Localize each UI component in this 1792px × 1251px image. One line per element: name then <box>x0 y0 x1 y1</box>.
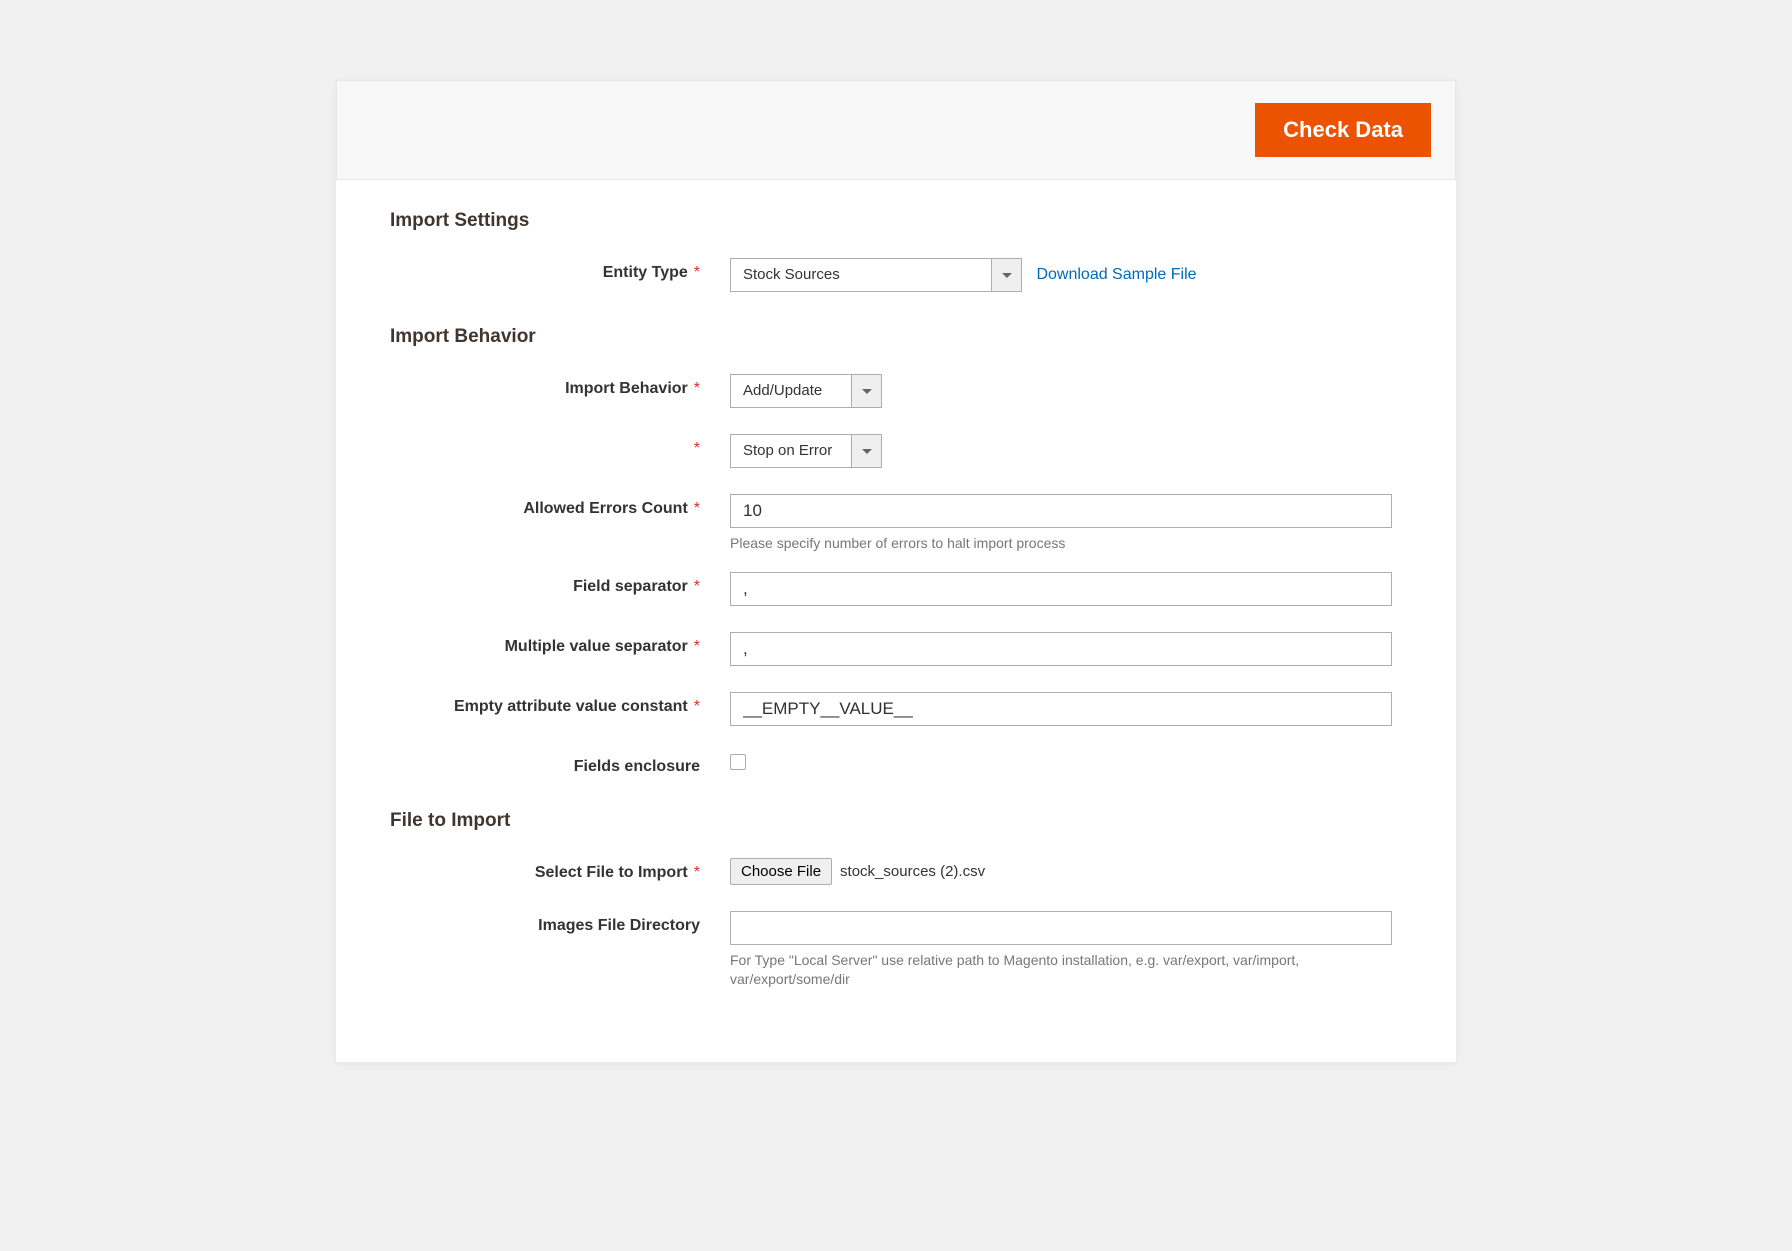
download-sample-file-link[interactable]: Download Sample File <box>1036 266 1196 283</box>
label-empty-attribute-constant: Empty attribute value constant * <box>390 692 730 716</box>
required-asterisk: * <box>694 380 700 397</box>
images-file-directory-input[interactable] <box>730 911 1392 945</box>
chevron-down-icon[interactable] <box>851 375 881 407</box>
required-asterisk: * <box>694 500 700 517</box>
section-title-file-to-import: File to Import <box>390 810 1402 832</box>
selected-file-name: stock_sources (2).csv <box>840 863 985 880</box>
toolbar: Check Data <box>336 80 1456 180</box>
fields-enclosure-checkbox[interactable] <box>730 754 746 770</box>
label-multiple-value-separator: Multiple value separator * <box>390 632 730 656</box>
label-text: Select File to Import <box>535 864 688 881</box>
choose-file-button[interactable]: Choose File <box>730 858 832 885</box>
required-asterisk: * <box>694 578 700 595</box>
label-fields-enclosure: Fields enclosure <box>390 752 730 776</box>
field-separator-input[interactable] <box>730 572 1392 606</box>
label-text: Fields enclosure <box>574 758 700 775</box>
label-field-separator: Field separator * <box>390 572 730 596</box>
required-asterisk: * <box>694 440 700 457</box>
validation-strategy-value: Stop on Error <box>731 435 851 467</box>
import-behavior-value: Add/Update <box>731 375 851 407</box>
entity-type-select[interactable]: Stock Sources <box>730 258 1022 292</box>
import-form-card: Check Data Import Settings Entity Type* … <box>336 80 1456 1062</box>
label-text: Empty attribute value constant <box>454 698 688 715</box>
images-dir-hint: For Type "Local Server" use relative pat… <box>730 951 1370 990</box>
check-data-button[interactable]: Check Data <box>1255 103 1431 157</box>
label-text: Import Behavior <box>565 380 688 397</box>
chevron-down-icon[interactable] <box>991 259 1021 291</box>
label-text: Multiple value separator <box>505 638 688 655</box>
allowed-errors-hint: Please specify number of errors to halt … <box>730 534 1370 554</box>
empty-attribute-constant-input[interactable] <box>730 692 1392 726</box>
chevron-down-icon[interactable] <box>851 435 881 467</box>
import-behavior-select[interactable]: Add/Update <box>730 374 882 408</box>
label-text: Field separator <box>573 578 688 595</box>
label-validation-strategy: * <box>390 434 730 458</box>
required-asterisk: * <box>694 638 700 655</box>
label-import-behavior: Import Behavior * <box>390 374 730 398</box>
required-asterisk: * <box>694 264 700 281</box>
required-asterisk: * <box>694 864 700 881</box>
label-images-file-directory: Images File Directory <box>390 911 730 935</box>
label-entity-type: Entity Type * <box>390 258 730 282</box>
validation-strategy-select[interactable]: Stop on Error <box>730 434 882 468</box>
label-text: Allowed Errors Count <box>523 500 687 517</box>
label-select-file: Select File to Import * <box>390 858 730 882</box>
label-text: Entity Type <box>603 264 688 281</box>
allowed-errors-count-input[interactable] <box>730 494 1392 528</box>
entity-type-value: Stock Sources <box>731 259 991 291</box>
label-allowed-errors-count: Allowed Errors Count * <box>390 494 730 518</box>
section-title-import-settings: Import Settings <box>390 210 1402 232</box>
label-text: Images File Directory <box>538 917 700 934</box>
section-title-import-behavior: Import Behavior <box>390 326 1402 348</box>
required-asterisk: * <box>694 698 700 715</box>
multiple-value-separator-input[interactable] <box>730 632 1392 666</box>
